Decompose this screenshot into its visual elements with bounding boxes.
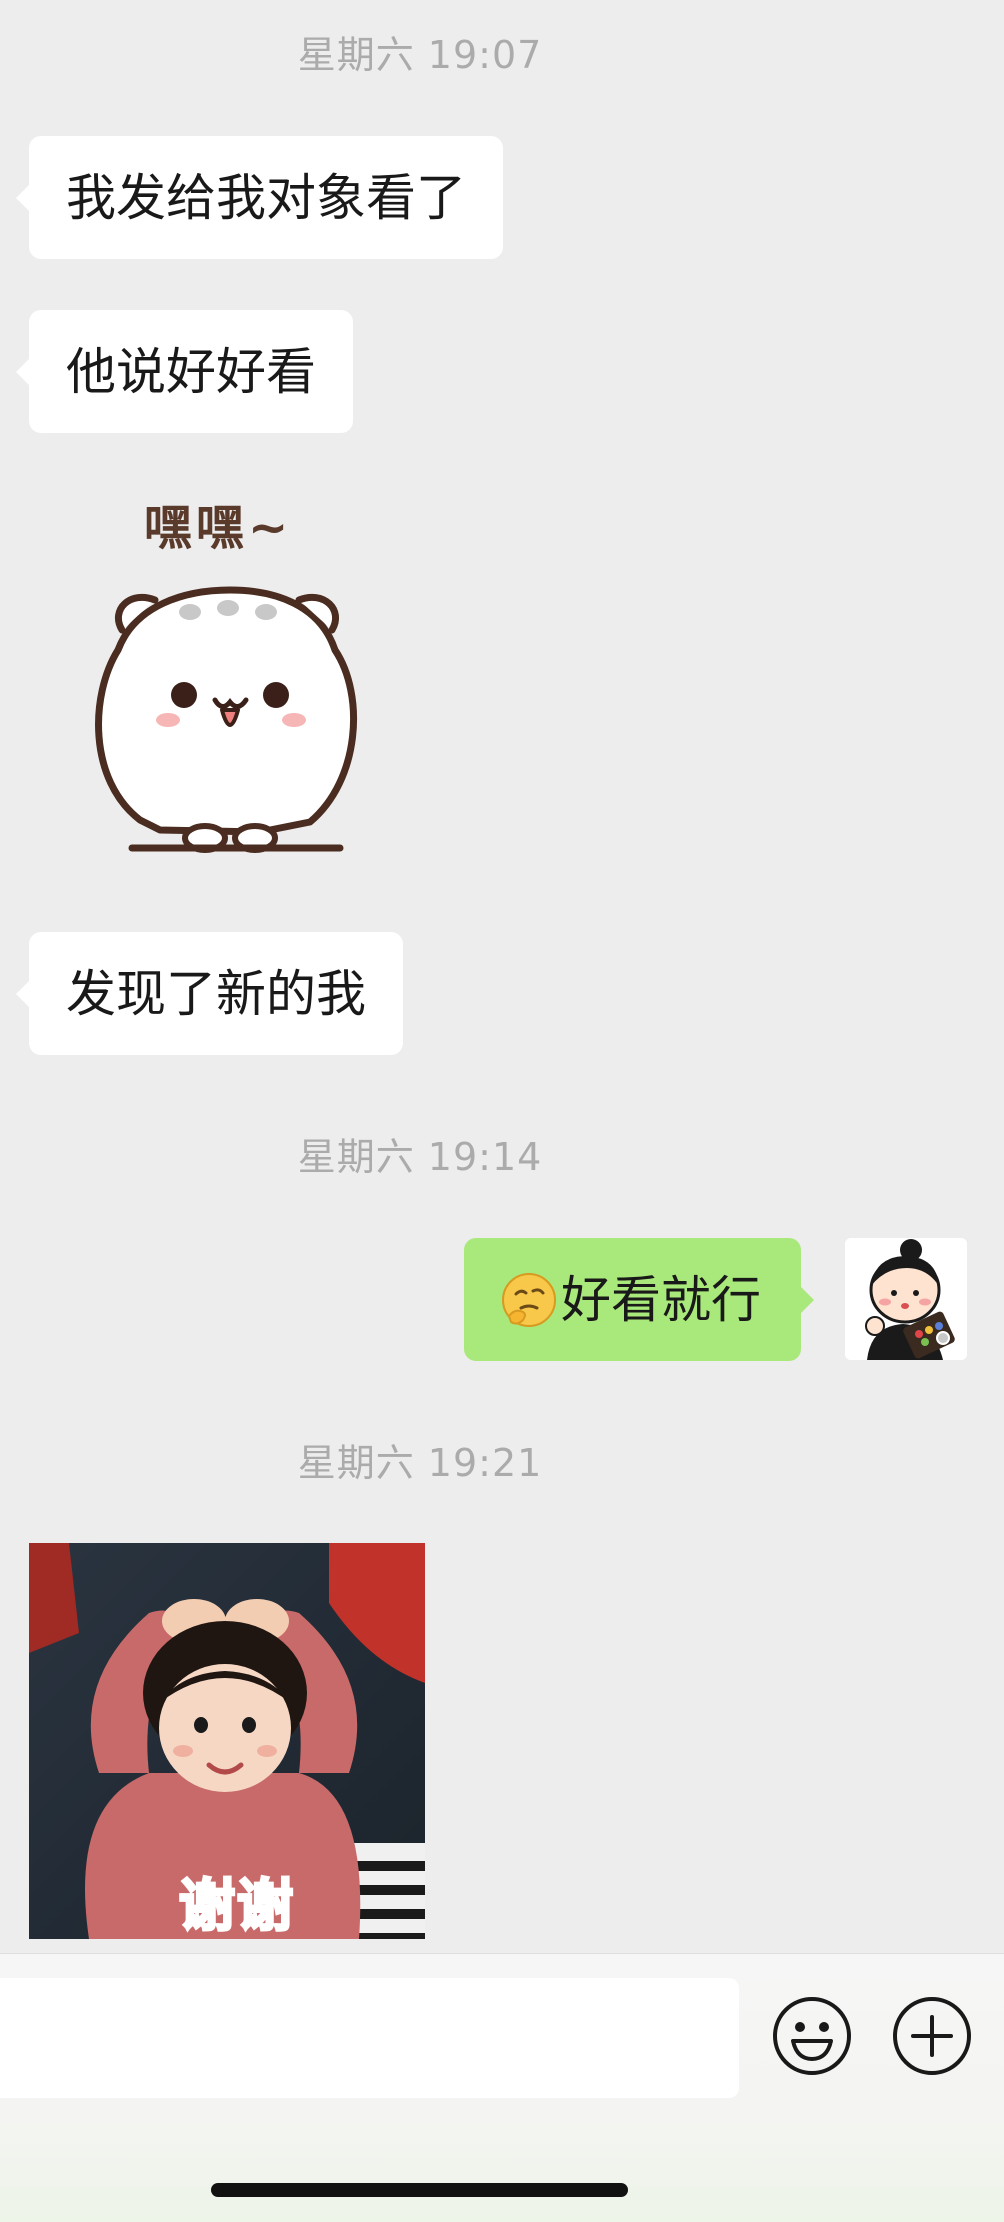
thinking-face-icon bbox=[502, 1272, 556, 1327]
input-toolbar bbox=[0, 1953, 1004, 2222]
more-button[interactable] bbox=[891, 1995, 973, 2077]
message-input[interactable] bbox=[0, 1978, 739, 2098]
emoji-button[interactable] bbox=[771, 1995, 853, 2077]
photo-message[interactable]: 谢谢 bbox=[29, 1543, 425, 1939]
avatar[interactable] bbox=[845, 1238, 967, 1360]
outgoing-message-bubble[interactable]: 好看就行 bbox=[464, 1238, 814, 1361]
smiley-icon bbox=[773, 1997, 851, 2075]
incoming-message-bubble[interactable]: 我发给我对象看了 bbox=[16, 136, 503, 259]
message-text: 发现了新的我 bbox=[66, 964, 366, 1023]
timestamp: 星期六 19:07 bbox=[297, 33, 543, 77]
cat-face-icon bbox=[95, 586, 358, 853]
cat-sticker[interactable]: 嘿嘿~ bbox=[70, 480, 390, 860]
message-text: 他说好好看 bbox=[66, 342, 316, 401]
home-indicator[interactable] bbox=[211, 2183, 628, 2197]
timestamp: 星期六 19:14 bbox=[297, 1135, 543, 1179]
photo-caption: 谢谢 bbox=[178, 1873, 295, 1940]
incoming-message-bubble[interactable]: 发现了新的我 bbox=[16, 932, 403, 1055]
plus-circle-icon bbox=[893, 1997, 971, 2075]
incoming-message-bubble[interactable]: 他说好好看 bbox=[16, 310, 353, 433]
message-text: 好看就行 bbox=[561, 1270, 761, 1329]
chat-screen: 星期六 19:07 我发给我对象看了 他说好好看 嘿嘿~ 发现了新的我 星期六 … bbox=[0, 0, 1004, 2222]
timestamp: 星期六 19:21 bbox=[297, 1441, 543, 1485]
avatar-girl-icon bbox=[845, 1238, 967, 1360]
message-text: 我发给我对象看了 bbox=[66, 168, 466, 227]
